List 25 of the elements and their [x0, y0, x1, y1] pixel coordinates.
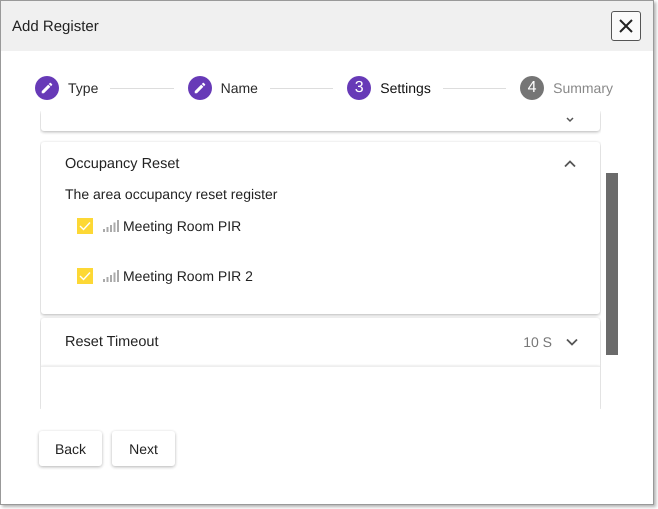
panel-description: The area occupancy reset register	[65, 186, 278, 202]
checkbox[interactable]	[77, 268, 93, 284]
panel-value: 10 S	[523, 334, 552, 350]
scrollbar-thumb[interactable]	[606, 173, 618, 355]
step-label: Type	[68, 80, 98, 96]
close-icon	[619, 19, 633, 33]
step-label: Name	[220, 80, 258, 96]
signal-icon	[103, 220, 119, 232]
nav-button[interactable]: Next	[112, 431, 175, 466]
panel-title: Reset Timeout	[65, 334, 160, 350]
device-label: Meeting Room PIR	[123, 218, 242, 234]
collapsed-panel[interactable]	[41, 111, 600, 131]
step-number: 3	[347, 76, 372, 100]
device-label: Meeting Room PIR 2	[123, 268, 253, 284]
close-button[interactable]	[611, 11, 641, 41]
window-title: Add Register	[12, 18, 99, 34]
nav-button[interactable]: Back	[39, 431, 102, 466]
chevron-icon[interactable]	[564, 160, 576, 168]
step-label: Summary	[553, 80, 614, 96]
panel-title[interactable]: Occupancy Reset	[65, 156, 180, 172]
step-label: Settings	[380, 80, 431, 96]
step-number: 4	[520, 76, 544, 100]
checkbox[interactable]	[77, 218, 93, 234]
expansion-panel[interactable]: Reset Timeout 10 S	[41, 318, 600, 366]
signal-icon	[103, 270, 119, 282]
